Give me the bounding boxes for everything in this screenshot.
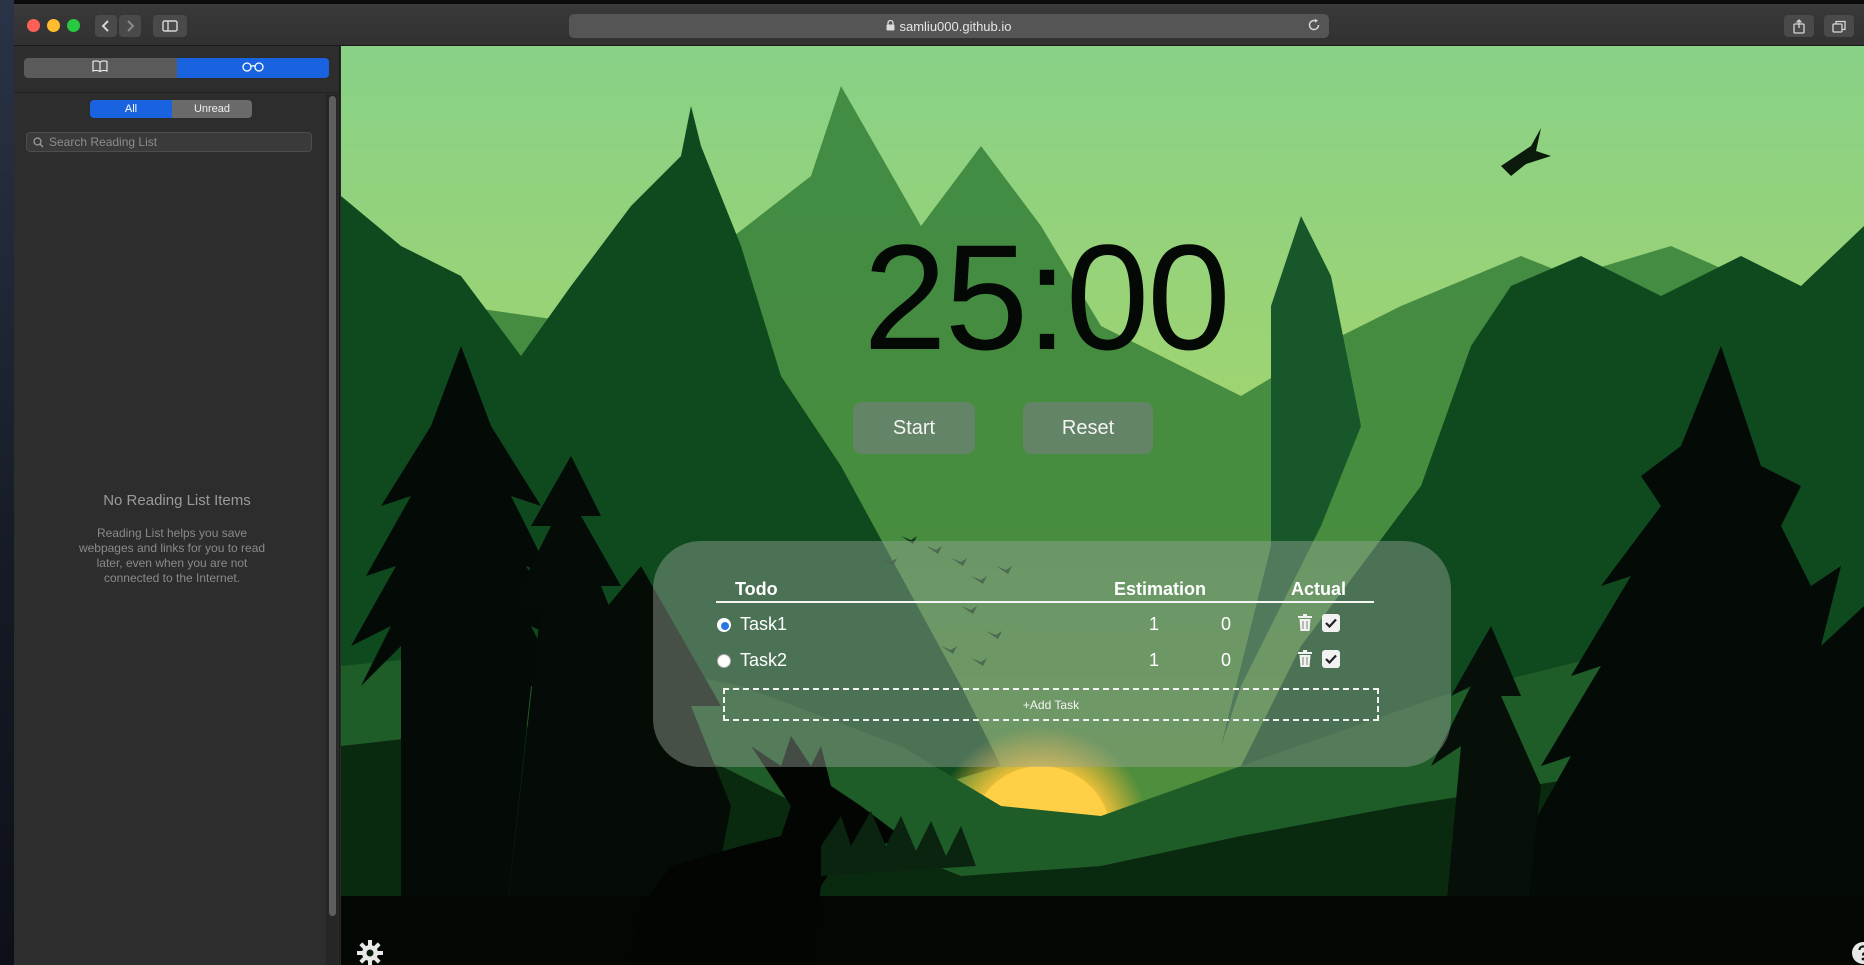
address-bar[interactable]: samliu000.github.io <box>569 14 1329 38</box>
checkmark-icon[interactable] <box>1322 614 1340 632</box>
minimize-window-button[interactable] <box>47 19 60 32</box>
browser-window: samliu000.github.io All Unread Search Re… <box>14 0 1864 965</box>
reading-list-icon <box>240 59 266 77</box>
sidebar-toggle-button[interactable] <box>153 15 187 37</box>
share-icon <box>1793 18 1805 34</box>
search-icon <box>33 136 44 148</box>
task-row[interactable]: Task1 1 0 <box>713 611 1383 637</box>
start-button[interactable]: Start <box>853 402 975 454</box>
browser-toolbar: samliu000.github.io <box>14 0 1864 46</box>
pomodoro-page: 25:00 Start Reset Todo Estimation Actual… <box>341 46 1864 965</box>
header-divider <box>716 601 1374 603</box>
trash-icon[interactable] <box>1297 650 1313 673</box>
task-row[interactable]: Task2 1 0 <box>713 647 1383 673</box>
url-text: samliu000.github.io <box>899 18 1012 34</box>
task-estimation: 1 <box>1148 614 1159 634</box>
chevron-right-icon <box>125 19 135 33</box>
reading-filter-control: All Unread <box>90 100 252 118</box>
menu-bar-edge <box>14 0 1864 4</box>
bookmarks-icon <box>92 59 108 77</box>
empty-state-title: No Reading List Items <box>103 492 251 509</box>
add-task-button[interactable]: +Add Task <box>723 688 1379 721</box>
sidebar-segment-control <box>24 58 329 78</box>
landscape-background <box>341 46 1864 965</box>
bookmarks-tab[interactable] <box>24 58 177 78</box>
sidebar-icon <box>162 20 178 32</box>
empty-state-description: Reading List helps you save webpages and… <box>78 526 266 585</box>
back-button[interactable] <box>95 15 117 37</box>
zoom-window-button[interactable] <box>67 19 80 32</box>
screen: samliu000.github.io All Unread Search Re… <box>0 0 1864 965</box>
task-name: Task2 <box>740 650 788 670</box>
sidebar-scrollbar[interactable] <box>326 94 338 965</box>
task-select-radio[interactable] <box>717 654 731 668</box>
chevron-left-icon <box>101 19 111 33</box>
task-name: Task1 <box>740 614 788 634</box>
lock-icon <box>886 19 895 34</box>
todo-panel: Todo Estimation Actual Task1 1 0 Task2 1… <box>653 541 1451 767</box>
help-icon[interactable] <box>1851 941 1864 965</box>
trash-icon[interactable] <box>1297 614 1313 637</box>
task-select-radio[interactable] <box>717 618 731 632</box>
todo-header: Todo <box>735 579 778 599</box>
scrollbar-thumb[interactable] <box>329 96 336 916</box>
forward-button[interactable] <box>119 15 141 37</box>
task-actual: 0 <box>1220 650 1231 670</box>
share-button[interactable] <box>1784 15 1814 37</box>
task-actual: 0 <box>1220 614 1231 634</box>
filter-all-button[interactable]: All <box>90 100 172 118</box>
reading-list-sidebar: All Unread No Reading List Items Reading… <box>14 46 340 965</box>
reset-button[interactable]: Reset <box>1023 402 1153 454</box>
show-tabs-button[interactable] <box>1824 15 1854 37</box>
desktop-background <box>0 0 14 965</box>
gear-icon[interactable] <box>356 939 384 965</box>
actual-header: Actual <box>1291 579 1347 599</box>
tabs-icon <box>1832 20 1846 33</box>
task-estimation: 1 <box>1148 650 1159 670</box>
filter-unread-button[interactable]: Unread <box>172 100 252 118</box>
reading-list-search[interactable] <box>26 132 312 152</box>
reload-icon[interactable] <box>1307 18 1321 35</box>
timer-display: 25:00 <box>863 213 1230 381</box>
close-window-button[interactable] <box>27 19 40 32</box>
estimation-header: Estimation <box>1114 579 1207 599</box>
sidebar-divider <box>14 92 340 93</box>
search-input[interactable] <box>49 135 299 149</box>
checkmark-icon[interactable] <box>1322 650 1340 668</box>
reading-list-tab[interactable] <box>176 58 329 78</box>
